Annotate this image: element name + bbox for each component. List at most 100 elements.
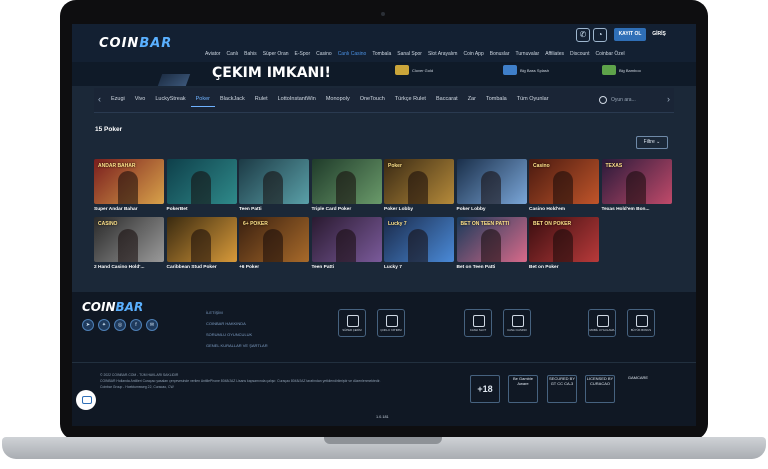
category-tab[interactable]: Zar	[463, 96, 481, 107]
game-tile[interactable]: Caribbean Stud Poker	[166, 217, 237, 270]
nav-item[interactable]: Tombala	[369, 51, 394, 60]
filter-label: Filtre	[643, 139, 655, 145]
nav-item[interactable]: Bonuslar	[487, 51, 513, 60]
site-header: COINBAR ✆ ◔ KAYIT OL GİRİŞ Aviator Canlı B…	[72, 24, 696, 62]
recent-win-3[interactable]: Big Bamboo	[602, 64, 641, 76]
recent-win-2[interactable]: Big Bass Splash	[503, 64, 549, 76]
nav-item[interactable]: Discount	[567, 51, 592, 60]
game-listing: 15 Poker Filtre ⌄ ANDAR BAHAR Super Andar…	[94, 114, 674, 292]
game-tile[interactable]: Poker Poker Lobby	[384, 159, 454, 212]
footer-logo[interactable]: COINBAR	[82, 300, 143, 314]
game-tile[interactable]: Casino Casino Hold'em	[529, 159, 599, 212]
search-input[interactable]: Oyun ara...	[611, 97, 636, 103]
category-tab[interactable]: Rulet	[250, 96, 273, 107]
category-tab[interactable]: Vivo	[130, 96, 151, 107]
footer-link[interactable]: COINBAR HAKKINDA	[206, 321, 268, 326]
game-art-title: Casino	[533, 163, 550, 169]
whatsapp-icon[interactable]: ◔	[593, 28, 607, 42]
game-tile[interactable]: Lucky 7 Lucky 7	[384, 217, 454, 270]
category-tab[interactable]: Baccarat	[431, 96, 463, 107]
category-tab[interactable]: BlackJack	[215, 96, 250, 107]
nav-item[interactable]: E-Spor	[292, 51, 314, 60]
game-tile[interactable]: Poker Lobby	[456, 159, 527, 212]
phone-icon[interactable]: ✆	[576, 28, 590, 42]
nav-item[interactable]: Casino	[313, 51, 335, 60]
category-tab[interactable]: Ezugi	[106, 96, 130, 107]
game-thumbnail	[311, 159, 382, 204]
feature-label: ÇOKLU YATIRIM	[380, 328, 402, 332]
category-tab[interactable]: Tüm Oyunlar	[512, 96, 554, 107]
category-tab[interactable]: Türkçe Rulet	[390, 96, 431, 107]
chevron-right-icon[interactable]: ›	[667, 94, 670, 104]
dealer-image	[625, 171, 646, 204]
category-tab[interactable]: Poker	[190, 96, 216, 107]
win-game-name: Clover Gold	[412, 67, 434, 73]
game-tile[interactable]: Teen Patti	[311, 217, 382, 270]
nav-item[interactable]: Sanal Spor	[394, 51, 425, 60]
certification-badge[interactable]: +18	[470, 375, 500, 403]
category-tab[interactable]: Monopoly	[321, 96, 355, 107]
telegram-icon[interactable]: ➤	[82, 319, 94, 331]
register-button[interactable]: KAYIT OL	[614, 28, 646, 41]
nav-item[interactable]: Coinbar Özel	[592, 51, 627, 60]
footer-link[interactable]: GENEL KURALLAR VE ŞARTLAR	[206, 343, 268, 348]
facebook-icon[interactable]: f	[130, 319, 142, 331]
game-art-title: BET ON POKER	[533, 221, 572, 227]
nav-item[interactable]: Turnuvalar	[512, 51, 542, 60]
nav-item[interactable]: Affiliates	[542, 51, 567, 60]
twitter-icon[interactable]: ✦	[98, 319, 110, 331]
feature-badge: BÜYÜK BONUS	[627, 309, 655, 337]
footer-link[interactable]: SORUMLU OYUNCULUK	[206, 332, 268, 337]
game-tile[interactable]: ANDAR BAHAR Super Andar Bahar	[94, 159, 164, 212]
certification-badge[interactable]: LICENSED BY CURACAO	[585, 375, 615, 403]
game-tile[interactable]: BET ON TEEN PATTI Bet on Teen Patti	[456, 217, 527, 270]
recent-win-1[interactable]: Clover Gold	[395, 64, 433, 76]
promo-banner[interactable]: ÇEKIM IMKANI! Clover Gold Big Bass Splas…	[72, 62, 696, 86]
category-tab[interactable]: LuckyStreak	[150, 96, 190, 107]
game-tile[interactable]: CASINO 2 Hand Casino Hold'...	[94, 217, 164, 270]
nav-item[interactable]: Aviator	[202, 51, 223, 60]
feature-icon	[386, 315, 398, 327]
certification-badge[interactable]: GAMCARE	[624, 375, 652, 401]
mail-icon[interactable]: ✉	[146, 319, 158, 331]
category-tab[interactable]: Tombala	[481, 96, 512, 107]
live-chat-button[interactable]	[76, 390, 96, 410]
nav-item[interactable]: Süper Oran	[260, 51, 292, 60]
game-tile[interactable]: TEXAS Texas Hold'em Bon...	[601, 159, 672, 212]
footer-logo-coin: COIN	[82, 300, 116, 314]
filter-button[interactable]: Filtre ⌄	[636, 136, 668, 149]
game-search[interactable]: Oyun ara...	[599, 94, 661, 105]
logo-text-coin: COIN	[99, 36, 140, 51]
logo-text-bar: BAR	[139, 36, 173, 51]
dealer-image	[190, 171, 211, 204]
instagram-icon[interactable]: ◎	[114, 319, 126, 331]
nav-item[interactable]: Coin App	[460, 51, 486, 60]
game-art-title: Lucky 7	[388, 221, 407, 227]
game-name: +6 Poker	[239, 265, 260, 270]
footer-link[interactable]: İLETİŞİM	[206, 310, 268, 315]
nav-item[interactable]: Canlı	[223, 51, 241, 60]
nav-item[interactable]: Canlı Casino	[335, 51, 370, 60]
certification-badge[interactable]: SECURED BY GT CC CA-3	[547, 375, 577, 403]
footer-links: İLETİŞİM COINBAR HAKKINDA SORUMLU OYUNCULU…	[206, 310, 268, 354]
certification-badge[interactable]: Be Gamble Aware	[508, 375, 538, 403]
game-name: Casino Hold'em	[529, 207, 566, 212]
legal-line: © 2022 COINBAR.COM - TÜM HAKLARI SAKLIDI…	[100, 373, 179, 377]
game-name: Caribbean Stud Poker	[166, 265, 217, 270]
feature-label: CANLI SLOT	[469, 328, 487, 332]
game-thumbnail: Casino	[529, 159, 599, 204]
site-logo[interactable]: COINBAR	[99, 36, 172, 51]
category-tabs: Ezugi Vivo LuckyStreak Poker BlackJack Rulet L…	[106, 96, 554, 107]
game-tile[interactable]: Triple Card Poker	[311, 159, 382, 212]
game-tile[interactable]: Teen Patti	[239, 159, 309, 212]
login-button[interactable]: GİRİŞ	[650, 28, 668, 41]
category-tab[interactable]: LottoInstantWin	[273, 96, 321, 107]
game-tile[interactable]: BET ON POKER Bet on Poker	[529, 217, 599, 270]
game-tile[interactable]: PokerBet	[166, 159, 237, 212]
category-tab[interactable]: OneTouch	[355, 96, 390, 107]
nav-item[interactable]: Slot Arayalım	[425, 51, 460, 60]
nav-item[interactable]: Bahis	[241, 51, 260, 60]
game-tile[interactable]: 6+ POKER +6 Poker	[239, 217, 309, 270]
chevron-left-icon[interactable]: ‹	[98, 94, 101, 104]
game-art-title: ANDAR BAHAR	[98, 163, 136, 169]
